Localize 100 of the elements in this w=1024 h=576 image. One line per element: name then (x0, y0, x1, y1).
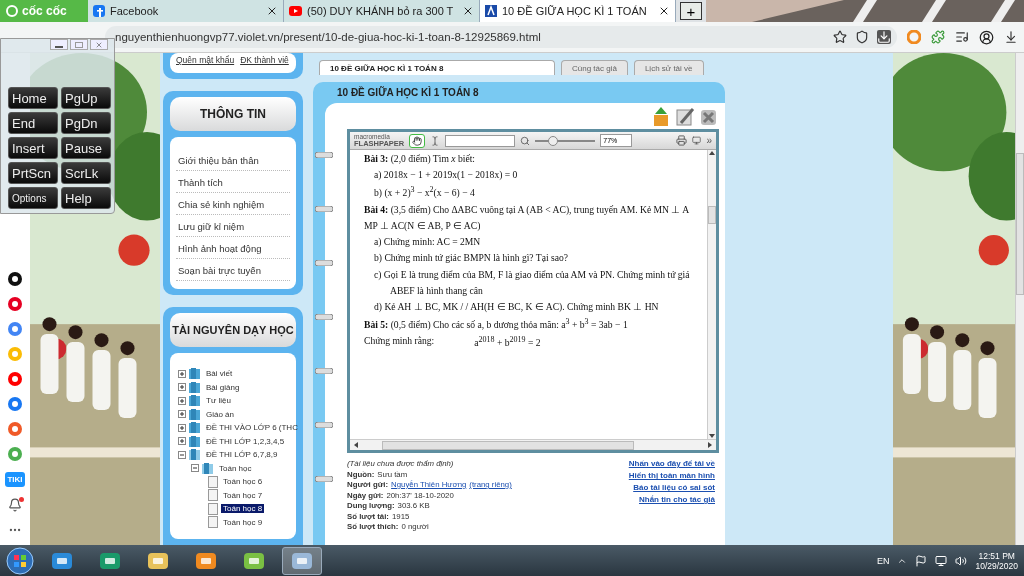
edit-icon[interactable] (675, 107, 695, 127)
new-tab-button[interactable]: + (680, 2, 702, 20)
action-link[interactable]: Báo tài liệu có sai sót (633, 483, 715, 492)
collapse-icon[interactable] (191, 464, 199, 473)
search-icon[interactable] (520, 135, 531, 146)
keyboard-key[interactable]: Home (8, 87, 58, 109)
action-link[interactable]: Nhắn tin cho tác giả (639, 495, 715, 504)
scroll-thumb[interactable] (382, 440, 634, 450)
app-icon (99, 550, 121, 571)
scroll-thumb[interactable] (1016, 153, 1024, 295)
close-icon[interactable] (462, 5, 474, 17)
page-scrollbar[interactable] (1015, 53, 1024, 545)
action-link[interactable]: Nhấn vào đây để tải về (628, 459, 715, 468)
profile-icon[interactable] (979, 29, 994, 45)
close-button[interactable] (90, 39, 108, 50)
account-link[interactable]: Quên mật khẩu (176, 55, 235, 65)
flag-icon[interactable] (915, 554, 928, 567)
download-icon[interactable] (877, 30, 891, 44)
keyboard-key[interactable]: Insert (8, 137, 58, 159)
expand-icon[interactable] (178, 437, 186, 446)
slider-thumb[interactable] (548, 135, 559, 146)
taskbar-app[interactable] (282, 546, 322, 575)
menu-link[interactable]: Thành tích (176, 171, 290, 193)
extensions-icon[interactable] (931, 30, 945, 44)
browser-tab[interactable]: 10 ĐỀ GIỮA HỌC KÌ 1 TOÁN (480, 0, 676, 22)
menu-link[interactable]: Chia sẻ kinh nghiệm (176, 193, 290, 215)
notifications-icon[interactable] (8, 498, 22, 512)
download-box-icon[interactable] (651, 107, 671, 127)
keyboard-key[interactable]: PrtScn (8, 162, 58, 184)
scroll-thumb[interactable] (708, 205, 716, 224)
bookmark-icon[interactable] (833, 30, 847, 44)
tree-item[interactable]: Toán học 8 (221, 504, 265, 514)
page-tab[interactable]: Cùng tác giả (561, 60, 628, 75)
folder-icon (189, 381, 201, 393)
playlist-icon[interactable] (955, 30, 969, 44)
close-icon[interactable] (658, 5, 670, 17)
volume-icon[interactable] (955, 554, 968, 567)
keyboard-key[interactable]: Options (8, 187, 58, 209)
translate-icon[interactable] (8, 322, 22, 336)
page-tab[interactable]: Lịch sử tải về (633, 60, 704, 75)
games-icon[interactable] (8, 447, 22, 461)
tiktok-icon[interactable] (8, 272, 22, 286)
shield-icon[interactable] (855, 30, 869, 44)
tree-item[interactable]: ĐỀ THI LỚP 1,2,3,4,5 (204, 436, 287, 446)
tree-item[interactable]: Toán học 7 (221, 490, 265, 500)
tree-item[interactable]: Tư liệu (204, 396, 233, 406)
menu-link[interactable]: Hình ảnh hoạt động (176, 237, 290, 259)
tree-item[interactable]: Giáo án (204, 409, 237, 419)
collapse-icon[interactable] (178, 450, 186, 459)
search-field[interactable] (445, 134, 516, 147)
tree-item[interactable]: Bài giảng (204, 382, 242, 392)
binder-ring-icon (315, 314, 333, 320)
expand-icon[interactable] (178, 396, 186, 405)
page-tab[interactable]: 10 ĐỀ GIỮA HỌC KÌ 1 TOÁN 8 (319, 60, 555, 75)
close-icon[interactable] (266, 5, 278, 17)
tree-item[interactable]: Toán học 6 (221, 477, 265, 487)
downloads-icon[interactable] (1004, 30, 1018, 44)
vertical-scrollbar[interactable] (707, 150, 716, 439)
scroll-right-icon[interactable] (707, 442, 713, 448)
menu-link[interactable]: Lưu giữ kỉ niệm (176, 215, 290, 237)
messenger-icon[interactable] (8, 397, 22, 411)
shop-icon[interactable] (8, 422, 22, 436)
scroll-left-icon[interactable] (353, 442, 359, 448)
keyboard-key[interactable]: Help (61, 187, 111, 209)
menu-link[interactable]: Soạn bài trực tuyến (176, 259, 290, 281)
tree-item[interactable]: Bài viết (204, 369, 235, 379)
network-icon[interactable] (935, 554, 948, 567)
keyboard-key[interactable]: PgUp (61, 87, 111, 109)
keyboard-key[interactable]: Pause (61, 137, 111, 159)
menu-link[interactable]: Giới thiệu bản thân (176, 149, 290, 171)
expand-icon[interactable] (178, 383, 186, 392)
text-cursor-icon[interactable] (430, 135, 441, 146)
expand-icon[interactable] (178, 410, 186, 419)
clock[interactable]: 12:51 PM 10/29/2020 (975, 550, 1018, 571)
keyboard-key[interactable]: ScrLk (61, 162, 111, 184)
tree-item[interactable]: Toán học (217, 463, 254, 473)
youtube-icon[interactable] (8, 372, 22, 386)
hand-tool-button[interactable] (409, 133, 426, 148)
window-icon[interactable] (692, 136, 702, 145)
minimize-button[interactable] (50, 39, 68, 50)
action-link[interactable]: Hiển thị toàn màn hình (628, 471, 715, 480)
folder-icon (147, 550, 169, 571)
address-bar[interactable]: nguyenthienhuongvp77.violet.vn/present/10-de-giua-hoc-ki-1-toan-8-12925869.html (105, 26, 897, 48)
browser-tab[interactable]: (50) DUY KHÁNH bỏ ra 300 T (284, 0, 480, 22)
language-indicator[interactable]: EN (876, 555, 890, 566)
media-player-icon (195, 550, 217, 571)
more-button[interactable]: » (706, 135, 712, 146)
browser-tab[interactable]: Facebook (88, 0, 284, 22)
tree-item[interactable]: ĐỀ THI LỚP 6,7,8,9 (204, 450, 280, 460)
tree-item[interactable]: Toán học 9 (221, 517, 265, 527)
print-icon[interactable] (676, 135, 688, 146)
account-link[interactable]: ĐK thành viê (240, 55, 289, 65)
expand-icon[interactable] (178, 423, 186, 432)
start-button[interactable] (6, 546, 34, 575)
keyboard-key[interactable]: PgDn (61, 112, 111, 134)
horizontal-scrollbar[interactable] (350, 439, 716, 450)
pinterest-icon[interactable] (8, 297, 22, 311)
expand-icon[interactable] (178, 369, 186, 378)
site-icon (485, 5, 497, 17)
keyboard-key[interactable]: End (8, 112, 58, 134)
